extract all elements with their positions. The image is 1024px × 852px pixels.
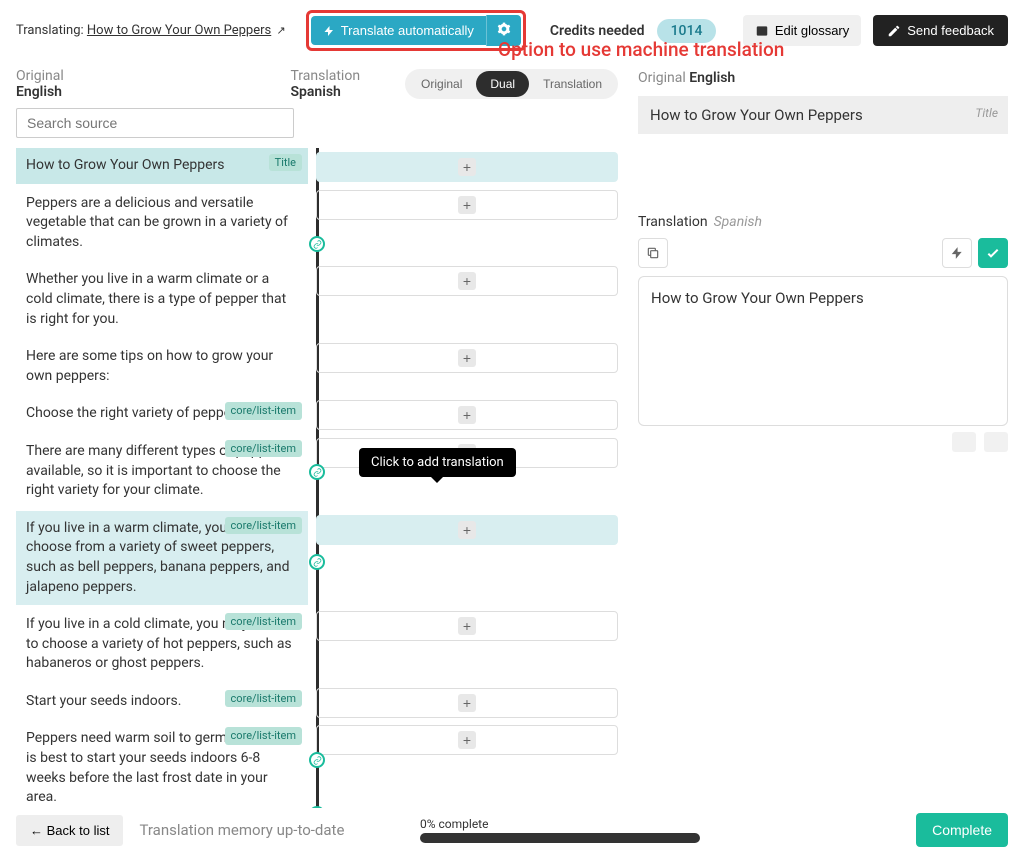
credits-needed-label: Credits needed: [550, 23, 645, 39]
gear-icon: [497, 22, 511, 36]
title-badge: Title: [975, 106, 998, 120]
segment-row[interactable]: Here are some tips on how to grow your o…: [16, 339, 618, 394]
progress-indicator: 0% complete: [420, 817, 700, 843]
source-cell[interactable]: How to Grow Your Own PeppersTitle: [16, 148, 308, 184]
view-dual-button[interactable]: Dual: [476, 71, 529, 97]
link-icon[interactable]: [309, 554, 325, 570]
translating-label: Translating: How to Grow Your Own Pepper…: [16, 23, 286, 38]
edit-glossary-label: Edit glossary: [775, 23, 849, 38]
target-cell[interactable]: +: [316, 190, 618, 220]
translate-auto-highlight: Translate automatically: [306, 10, 526, 51]
segment-badge: core/list-item: [225, 690, 302, 707]
segment-row[interactable]: If you live in a cold climate, you may w…: [16, 607, 618, 682]
source-cell[interactable]: If you live in a cold climate, you may w…: [16, 607, 308, 682]
source-cell[interactable]: Peppers are a delicious and versatile ve…: [16, 186, 308, 261]
right-translation-header: Translation Spanish: [638, 214, 1008, 230]
add-translation-button[interactable]: +: [458, 731, 476, 749]
view-toggle: Original Dual Translation: [405, 69, 618, 99]
main-area: Original English Translation Spanish Ori…: [0, 58, 1024, 808]
top-bar: Translating: How to Grow Your Own Pepper…: [0, 0, 1024, 61]
left-panel: Original English Translation Spanish Ori…: [0, 58, 618, 808]
target-cell[interactable]: +: [316, 688, 618, 718]
segments-list: How to Grow Your Own PeppersTitle + Pepper…: [16, 148, 618, 808]
target-cell[interactable]: +: [316, 266, 618, 296]
add-translation-button[interactable]: +: [458, 521, 476, 539]
search-input[interactable]: [16, 108, 294, 138]
translating-prefix: Translating:: [16, 23, 84, 38]
target-cell[interactable]: +: [316, 515, 618, 545]
source-cell[interactable]: Start your seeds indoors.core/list-item: [16, 684, 308, 720]
source-cell[interactable]: Whether you live in a warm climate or a …: [16, 262, 308, 337]
bolt-icon: [950, 246, 964, 260]
segment-badge: core/list-item: [225, 613, 302, 630]
add-translation-button[interactable]: +: [458, 349, 476, 367]
add-translation-button[interactable]: +: [458, 196, 476, 214]
translation-lang-label: Translation Spanish: [290, 68, 385, 100]
target-cell[interactable]: +: [316, 611, 618, 641]
translate-automatically-button[interactable]: Translate automatically: [311, 16, 486, 45]
back-to-list-button[interactable]: ← Back to list: [16, 815, 123, 846]
right-original-label: Original English: [638, 70, 1008, 86]
link-icon[interactable]: [309, 236, 325, 252]
source-cell[interactable]: If you live in a warm climate, you can c…: [16, 511, 308, 605]
complete-button[interactable]: Complete: [916, 813, 1008, 847]
progress-label: 0% complete: [420, 817, 700, 831]
translation-input[interactable]: How to Grow Your Own Peppers: [638, 276, 1008, 426]
translate-auto-label: Translate automatically: [341, 23, 474, 38]
add-translation-tooltip: Click to add translation: [359, 448, 516, 477]
send-feedback-label: Send feedback: [907, 23, 994, 38]
segment-badge: core/list-item: [225, 402, 302, 419]
segment-row[interactable]: Choose the right variety of pepper.core/…: [16, 396, 618, 432]
bolt-icon: [323, 25, 335, 37]
target-cell[interactable]: +: [316, 152, 618, 182]
confirm-translation-button[interactable]: [978, 238, 1008, 268]
add-translation-button[interactable]: +: [458, 272, 476, 290]
segment-badge: core/list-item: [225, 517, 302, 534]
segment-row[interactable]: Whether you live in a warm climate or a …: [16, 262, 618, 337]
progress-bar: [420, 833, 700, 843]
original-title-text: How to Grow Your Own Peppers: [650, 106, 863, 124]
add-translation-button[interactable]: +: [458, 694, 476, 712]
add-translation-button[interactable]: +: [458, 406, 476, 424]
segment-row[interactable]: Start your seeds indoors.core/list-item +: [16, 684, 618, 720]
link-icon[interactable]: [309, 464, 325, 480]
link-icon[interactable]: [309, 752, 325, 768]
segment-badge: core/list-item: [225, 440, 302, 457]
original-title-box: How to Grow Your Own Peppers Title: [638, 96, 1008, 134]
target-cell[interactable]: +: [316, 725, 618, 755]
external-link-icon[interactable]: ↗: [276, 24, 285, 37]
segment-row[interactable]: How to Grow Your Own PeppersTitle +: [16, 148, 618, 184]
check-icon: [985, 245, 1001, 261]
memory-status: Translation memory up-to-date: [139, 821, 344, 839]
machine-translate-button[interactable]: [942, 238, 972, 268]
target-cell[interactable]: +: [316, 400, 618, 430]
target-cell[interactable]: +: [316, 343, 618, 373]
view-original-button[interactable]: Original: [407, 71, 476, 97]
source-cell[interactable]: Peppers need warm soil to germinate, so …: [16, 721, 308, 808]
original-lang-label: Original English: [16, 68, 90, 100]
send-feedback-button[interactable]: Send feedback: [873, 15, 1008, 46]
source-cell[interactable]: Choose the right variety of pepper.core/…: [16, 396, 308, 432]
copy-icon: [646, 246, 660, 260]
view-translation-button[interactable]: Translation: [529, 71, 616, 97]
pencil-icon: [887, 24, 901, 38]
translation-toolbar: [638, 238, 1008, 268]
document-title-link[interactable]: How to Grow Your Own Peppers: [87, 23, 271, 38]
left-panel-header: Original English Translation Spanish Ori…: [16, 68, 618, 100]
footer-button-1[interactable]: [952, 432, 976, 452]
source-cell[interactable]: Here are some tips on how to grow your o…: [16, 339, 308, 394]
footer-button-2[interactable]: [984, 432, 1008, 452]
source-cell[interactable]: There are many different types of pepper…: [16, 434, 308, 509]
right-panel: Original English How to Grow Your Own Pe…: [618, 58, 1024, 808]
add-translation-button[interactable]: +: [458, 617, 476, 635]
glossary-icon: [755, 24, 769, 38]
segment-badge: core/list-item: [225, 727, 302, 744]
translation-footer: [638, 432, 1008, 452]
segment-badge: Title: [269, 154, 302, 171]
bottom-bar: ← Back to list Translation memory up-to-…: [0, 808, 1024, 852]
add-translation-button[interactable]: +: [458, 158, 476, 176]
copy-source-button[interactable]: [638, 238, 668, 268]
